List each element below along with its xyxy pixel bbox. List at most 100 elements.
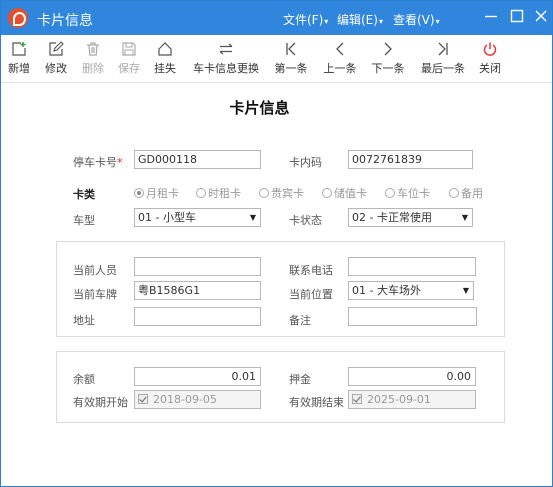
save-button[interactable]: 保存 (116, 41, 142, 76)
card-type-radio-spare[interactable]: 备用 (449, 185, 483, 201)
maximize-icon (510, 9, 524, 23)
checkbox-icon (138, 394, 148, 404)
dropdown-caret-icon: ▼ (461, 213, 468, 222)
valid-start-value: 2018-09-05 (153, 393, 217, 406)
next-record-button[interactable]: 下一条 (369, 41, 407, 76)
radio-dot (196, 188, 206, 198)
card-change-button[interactable]: 车卡信息更换 (189, 41, 263, 76)
prev-icon (336, 42, 344, 56)
radio-label: 月租卡 (146, 187, 179, 200)
address-field[interactable] (134, 307, 261, 326)
deposit-field[interactable]: 0.00 (348, 367, 476, 386)
card-type-radio-monthly[interactable]: 月租卡 (134, 185, 179, 201)
first-record-button[interactable]: 第一条 (272, 41, 310, 76)
toolbar: 新增 修改 删除 保存 挂失 车卡信息更换 第一条 上一条 下一条 最后一条 关… (1, 35, 552, 83)
menu-file[interactable]: 文件(F)▾ (283, 11, 328, 28)
add-button-label: 新增 (8, 62, 30, 75)
radio-label: 车位卡 (397, 187, 430, 200)
card-type-radio-vip[interactable]: 贵宾卡 (259, 185, 304, 201)
maximize-button[interactable] (508, 9, 526, 27)
current-person-label: 当前人员 (73, 264, 117, 277)
card-no-field[interactable]: GD000118 (134, 150, 261, 169)
remark-field[interactable] (348, 307, 477, 326)
report-loss-button[interactable]: 挂失 (152, 41, 178, 76)
minimize-button[interactable] (482, 9, 500, 27)
last-icon (438, 42, 448, 56)
edit-icon (49, 41, 64, 56)
chevron-down-icon: ▾ (324, 17, 329, 26)
location-value: 01 - 大车场外 (352, 284, 421, 297)
edit-button[interactable]: 修改 (43, 41, 69, 76)
delete-button-label: 删除 (82, 62, 104, 75)
menu-edit-label: 编辑(E) (337, 13, 378, 27)
current-person-field[interactable] (134, 257, 261, 276)
card-status-select[interactable]: 02 - 卡正常使用 ▼ (348, 208, 473, 227)
next-icon (384, 42, 392, 56)
dropdown-caret-icon: ▼ (462, 286, 469, 295)
menu-view-label: 查看(V) (393, 13, 435, 27)
plate-field[interactable]: 粤B1586G1 (134, 281, 261, 300)
next-record-button-label: 下一条 (371, 62, 405, 75)
power-icon (483, 42, 497, 56)
menu-view[interactable]: 查看(V)▾ (393, 11, 440, 28)
last-record-button[interactable]: 最后一条 (418, 41, 468, 76)
delete-button[interactable]: 删除 (80, 41, 106, 76)
swap-icon (219, 43, 233, 55)
location-label: 当前位置 (289, 288, 333, 301)
card-type-label: 卡类 (73, 188, 95, 201)
radio-label: 储值卡 (334, 187, 367, 200)
card-type-radio-stored-value[interactable]: 储值卡 (322, 185, 367, 201)
location-select[interactable]: 01 - 大车场外 ▼ (348, 281, 474, 300)
card-status-label: 卡状态 (289, 214, 322, 227)
prev-record-button[interactable]: 上一条 (321, 41, 359, 76)
balance-field[interactable]: 0.01 (134, 367, 261, 386)
edit-button-label: 修改 (45, 62, 67, 75)
app-logo-icon (8, 8, 28, 28)
save-icon (122, 42, 136, 56)
valid-start-field[interactable]: 2018-09-05 (134, 390, 261, 409)
close-button[interactable]: 关闭 (477, 41, 503, 76)
card-no-label-text: 停车卡号 (73, 156, 117, 169)
finance-group (56, 351, 505, 423)
valid-end-label: 有效期结束 (289, 396, 344, 409)
menu-file-label: 文件(F) (283, 13, 324, 27)
deposit-label: 押金 (289, 373, 311, 386)
menu-edit[interactable]: 编辑(E)▾ (337, 11, 383, 28)
window-title: 卡片信息 (37, 13, 93, 29)
card-type-radio-space[interactable]: 车位卡 (385, 185, 430, 201)
home-icon (158, 42, 172, 56)
minimize-icon (485, 15, 497, 18)
dropdown-caret-icon: ▼ (249, 213, 256, 222)
checkbox-icon (352, 394, 362, 404)
radio-label: 贵宾卡 (271, 187, 304, 200)
close-icon (535, 10, 547, 22)
card-change-button-label: 车卡信息更换 (193, 62, 259, 75)
vehicle-type-select[interactable]: 01 - 小型车 ▼ (134, 208, 261, 227)
radio-dot (449, 188, 459, 198)
balance-label: 余额 (73, 373, 95, 386)
add-icon (12, 42, 26, 56)
phone-field[interactable] (348, 257, 476, 276)
phone-label: 联系电话 (289, 264, 333, 277)
first-record-button-label: 第一条 (274, 62, 308, 75)
inner-code-field[interactable]: 0072761839 (348, 150, 473, 169)
card-type-radio-hourly[interactable]: 时租卡 (196, 185, 241, 201)
valid-end-field[interactable]: 2025-09-01 (348, 390, 476, 409)
report-loss-button-label: 挂失 (154, 62, 176, 75)
valid-end-value: 2025-09-01 (367, 393, 431, 406)
vehicle-type-value: 01 - 小型车 (138, 211, 196, 224)
chevron-down-icon: ▾ (435, 17, 440, 26)
last-record-button-label: 最后一条 (421, 62, 465, 75)
card-no-label: 停车卡号* (73, 154, 123, 170)
title-bar: 卡片信息 文件(F)▾ 编辑(E)▾ 查看(V)▾ (1, 1, 552, 35)
trash-icon (87, 42, 99, 56)
address-label: 地址 (73, 314, 95, 327)
add-button[interactable]: 新增 (6, 41, 32, 76)
chevron-down-icon: ▾ (378, 17, 383, 26)
required-mark: * (117, 156, 123, 169)
card-status-value: 02 - 卡正常使用 (352, 211, 432, 224)
save-button-label: 保存 (118, 62, 140, 75)
valid-start-label: 有效期开始 (73, 396, 128, 409)
plate-label: 当前车牌 (73, 288, 117, 301)
close-window-button[interactable] (532, 9, 550, 27)
